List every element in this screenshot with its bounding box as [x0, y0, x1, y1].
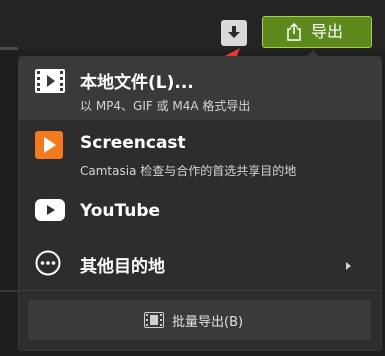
screencast-icon — [35, 131, 63, 159]
menu-item-title: Screencast — [80, 133, 186, 153]
youtube-icon — [35, 199, 65, 221]
menu-divider — [19, 290, 381, 291]
share-icon — [287, 23, 301, 41]
menu-item-screencast[interactable]: Screencast Camtasia 检查与合作的首选共享目的地 — [19, 120, 381, 185]
menu-item-youtube[interactable]: YouTube — [19, 185, 381, 237]
menu-item-title: 其他目的地 — [80, 257, 165, 277]
chevron-right-icon — [346, 262, 351, 270]
menu-item-title: YouTube — [80, 201, 161, 221]
film-icon — [35, 69, 65, 93]
menu-item-title: 本地文件(L)... — [80, 73, 194, 93]
download-arrow-icon — [228, 26, 240, 38]
menu-item-local-file[interactable]: 本地文件(L)... 以 MP4、GIF 或 M4A 格式导出 — [19, 57, 381, 120]
export-menu: 本地文件(L)... 以 MP4、GIF 或 M4A 格式导出 Screenca… — [18, 56, 382, 351]
menu-item-subtitle: 以 MP4、GIF 或 M4A 格式导出 — [80, 99, 251, 113]
menu-item-other-destinations[interactable]: 其他目的地 — [19, 237, 381, 289]
export-button[interactable]: 导出 — [262, 16, 372, 48]
film-icon — [144, 312, 164, 328]
batch-export-button[interactable]: 批量导出(B) — [28, 300, 371, 340]
timeline-edge — [0, 47, 18, 50]
menu-item-subtitle: Camtasia 检查与合作的首选共享目的地 — [80, 164, 297, 178]
batch-export-label: 批量导出(B) — [172, 315, 244, 330]
more-dots-icon — [35, 250, 61, 276]
export-label: 导出 — [311, 22, 344, 41]
timeline-edge-lower — [0, 290, 20, 292]
